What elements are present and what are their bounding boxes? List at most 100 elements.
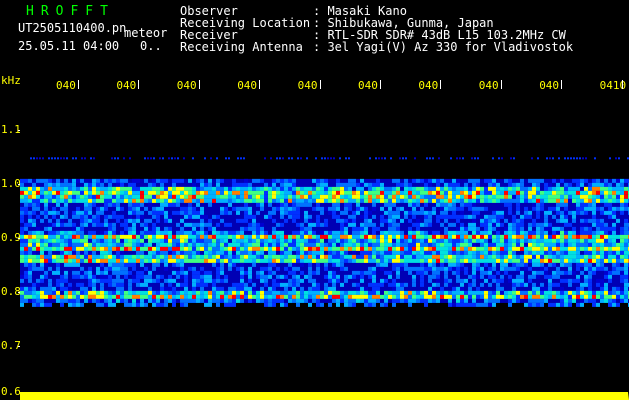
spectrogram-cell xyxy=(352,294,356,299)
spectrogram-cell xyxy=(196,298,200,303)
spectrogram-cell xyxy=(496,182,500,187)
spectrogram-cell xyxy=(196,258,200,263)
spectrogram-cell xyxy=(468,242,472,247)
spectrogram-cell xyxy=(500,294,504,299)
spectrogram-cell xyxy=(396,266,400,271)
spectrogram-cell xyxy=(484,278,488,283)
spectrogram-cell xyxy=(544,218,548,223)
spectrogram-cell xyxy=(548,278,552,283)
faint-line-dot xyxy=(498,157,500,160)
spectrogram-cell xyxy=(468,246,472,251)
spectrogram-cell xyxy=(600,282,604,287)
spectrogram-cell xyxy=(276,254,280,259)
spectrogram-cell xyxy=(480,218,484,223)
spectrogram-cell xyxy=(372,270,376,275)
spectrogram-cell xyxy=(88,202,92,207)
spectrogram-cell xyxy=(432,190,436,195)
spectrogram-cell xyxy=(492,178,496,183)
spectrogram-cell xyxy=(248,274,252,279)
spectrogram-cell xyxy=(276,290,280,295)
spectrogram-cell xyxy=(292,254,296,259)
spectrogram-cell xyxy=(444,294,448,299)
spectrogram-cell xyxy=(496,298,500,303)
spectrogram-cell xyxy=(340,190,344,195)
spectrogram-cell xyxy=(500,210,504,215)
spectrogram-cell xyxy=(224,242,228,247)
spectrogram-cell xyxy=(488,226,492,231)
spectrogram-cell xyxy=(248,222,252,227)
spectrogram-cell xyxy=(84,246,88,251)
spectrogram-cell xyxy=(544,222,548,227)
spectrogram-cell xyxy=(276,266,280,271)
spectrogram-cell xyxy=(568,258,572,263)
spectrogram-cell xyxy=(376,258,380,263)
spectrogram-cell xyxy=(560,210,564,215)
spectrogram-cell xyxy=(72,230,76,235)
spectrogram-cell xyxy=(552,242,556,247)
spectrogram-cell xyxy=(620,202,624,207)
spectrogram-cell xyxy=(444,186,448,191)
spectrogram-cell xyxy=(400,234,404,239)
spectrogram-cell xyxy=(60,302,64,307)
spectrogram-cell xyxy=(324,242,328,247)
spectrogram-cell xyxy=(264,254,268,259)
spectrogram-cell xyxy=(68,298,72,303)
spectrogram-cell xyxy=(276,298,280,303)
spectrogram-cell xyxy=(472,290,476,295)
spectrogram-cell xyxy=(436,198,440,203)
spectrogram-cell xyxy=(328,270,332,275)
spectrogram-cell xyxy=(60,258,64,263)
spectrogram-cell xyxy=(460,286,464,291)
spectrogram-cell xyxy=(580,230,584,235)
spectrogram-cell xyxy=(208,274,212,279)
spectrogram-cell xyxy=(248,194,252,199)
spectrogram-cell xyxy=(240,218,244,223)
spectrogram-cell xyxy=(512,222,516,227)
spectrogram-cell xyxy=(92,190,96,195)
spectrogram-cell xyxy=(560,226,564,231)
spectrogram-cell xyxy=(56,230,60,235)
spectrogram-cell xyxy=(484,302,488,307)
spectrogram-cell xyxy=(576,274,580,279)
spectrogram-cell xyxy=(416,254,420,259)
spectrogram-cell xyxy=(296,230,300,235)
spectrogram-cell xyxy=(44,294,48,299)
spectrogram-cell xyxy=(24,190,28,195)
spectrogram-cell xyxy=(212,250,216,255)
spectrogram-cell xyxy=(608,198,612,203)
spectrogram-cell xyxy=(116,186,120,191)
spectrogram-cell xyxy=(288,242,292,247)
spectrogram-cell xyxy=(416,250,420,255)
spectrogram-cell xyxy=(312,278,316,283)
spectrogram-cell xyxy=(76,230,80,235)
spectrogram-cell xyxy=(272,182,276,187)
spectrogram-cell xyxy=(352,298,356,303)
spectrogram-cell xyxy=(276,230,280,235)
spectrogram-cell xyxy=(280,250,284,255)
spectrogram-cell xyxy=(400,258,404,263)
spectrogram-cell xyxy=(532,222,536,227)
spectrogram-cell xyxy=(224,258,228,263)
spectrogram-cell xyxy=(516,294,520,299)
spectrogram-cell xyxy=(128,242,132,247)
spectrogram-cell xyxy=(452,246,456,251)
spectrogram-cell xyxy=(224,206,228,211)
spectrogram-cell xyxy=(524,250,528,255)
spectrogram-cell xyxy=(608,294,612,299)
spectrogram-cell xyxy=(520,294,524,299)
spectrogram-cell xyxy=(556,242,560,247)
spectrogram-cell xyxy=(368,258,372,263)
spectrogram-cell xyxy=(64,202,68,207)
spectrogram-cell xyxy=(572,178,576,183)
spectrogram-cell xyxy=(420,198,424,203)
spectrogram-cell xyxy=(440,178,444,183)
spectrogram-cell xyxy=(36,178,40,183)
spectrogram-cell xyxy=(120,194,124,199)
spectrogram-cell xyxy=(108,242,112,247)
spectrogram-cell xyxy=(480,242,484,247)
spectrogram-cell xyxy=(136,302,140,307)
spectrogram-cell xyxy=(40,258,44,263)
spectrogram-cell xyxy=(492,222,496,227)
spectrogram-cell xyxy=(416,298,420,303)
spectrogram-cell xyxy=(548,222,552,227)
